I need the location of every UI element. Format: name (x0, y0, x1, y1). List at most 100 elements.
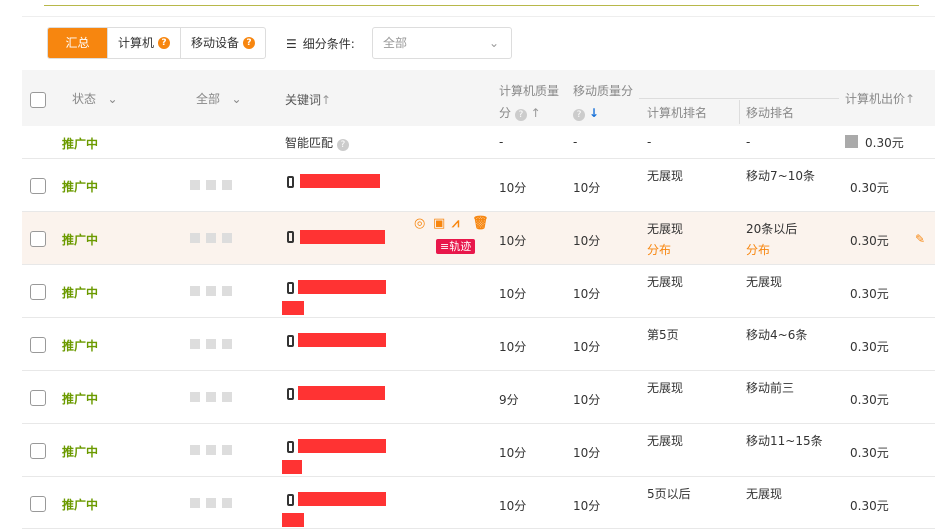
tab-label: 计算机 (118, 36, 155, 50)
mobile-rank: 移动11~15条 (746, 434, 823, 448)
pc-bid-sort[interactable]: 计算机出价↑ (845, 90, 915, 107)
sort-up-icon: ↑ (530, 106, 541, 120)
bid[interactable]: 0.30元 (850, 391, 889, 408)
sort-up-icon: ↑ (321, 93, 332, 107)
redacted-keyword (282, 301, 304, 315)
filter-select[interactable]: 全部 ⌄ (372, 27, 512, 59)
track-label: 轨迹 (449, 240, 472, 253)
redacted-keyword[interactable] (298, 280, 386, 294)
placeholder-icon (222, 339, 232, 349)
keyword-text: 智能匹配 (285, 136, 334, 150)
mobile-quality: 10分 (573, 446, 601, 460)
placeholder-icon (206, 233, 216, 243)
status-text: 推广中 (62, 498, 99, 512)
device-tabs: 汇总 计算机? 移动设备? (47, 27, 267, 59)
pc-rank: 无展现 (647, 222, 684, 236)
help-icon[interactable]: ? (243, 37, 256, 49)
redacted-keyword[interactable] (298, 386, 385, 400)
mobile-quality-sort[interactable]: 移动质量分? ↓ (573, 80, 633, 124)
status-text: 推广中 (62, 180, 99, 194)
status-text: 推广中 (62, 339, 99, 353)
bid[interactable]: 0.30元 (850, 232, 889, 249)
list-icon: ☰ (286, 36, 297, 51)
mobile-rank-distribution-link[interactable]: 分布 (746, 241, 770, 258)
edit-pencil-icon[interactable]: ✎ (915, 232, 925, 246)
redacted-keyword[interactable] (300, 230, 385, 244)
mobile-quality: 10分 (573, 340, 601, 354)
placeholder-icon (222, 392, 232, 402)
placeholder-icon (222, 180, 232, 190)
tab-mobile[interactable]: 移动设备? (181, 28, 265, 58)
placeholder-icon (190, 392, 200, 402)
bid[interactable]: 0.30元 (850, 285, 889, 302)
header-divider (739, 100, 740, 124)
pc-rank-distribution-link[interactable]: 分布 (647, 241, 671, 258)
pc-rank: 无展现 (647, 434, 684, 448)
pc-rank: 无展现 (647, 275, 684, 289)
top-divider (44, 5, 919, 6)
pc-quality: 10分 (499, 181, 527, 195)
filter-label-text: 细分条件: (302, 37, 355, 51)
bid[interactable]: 0.30元 (850, 179, 889, 196)
header-keyword: 关键词 (285, 93, 322, 107)
pc-rank: 5页以后 (647, 487, 691, 501)
placeholder-icon (222, 233, 232, 243)
bid[interactable]: 0.30元 (850, 497, 889, 514)
filter-label: ☰ 细分条件: (286, 35, 355, 52)
header-pc-quality-2: 分 (499, 106, 512, 120)
delete-icon[interactable]: 🗑 (472, 216, 489, 231)
redacted-keyword (282, 513, 304, 527)
pc-quality-sort[interactable]: 计算机质量分 ? ↑ (499, 80, 559, 124)
bid[interactable]: 0.30元 (850, 338, 889, 355)
tab-summary[interactable]: 汇总 (48, 28, 108, 58)
help-icon[interactable]: ? (514, 109, 527, 121)
row-checkbox[interactable] (30, 390, 46, 406)
pc-rank: 无展现 (647, 381, 684, 395)
row-checkbox[interactable] (30, 496, 46, 512)
status-text: 推广中 (62, 286, 99, 300)
header-mobile-quality: 移动质量分 (573, 84, 634, 98)
help-icon[interactable]: ? (573, 109, 585, 121)
tab-label: 移动设备 (191, 36, 240, 50)
header-pc-rank: 计算机排名 (647, 106, 708, 120)
redacted-keyword[interactable] (298, 333, 386, 347)
placeholder-icon (190, 286, 200, 296)
row-checkbox[interactable] (30, 231, 46, 247)
placeholder-icon (190, 498, 200, 508)
table-row: 推广中 10分 10分 无展现 20条以后 0.30元 分布 分布 ◎ ▣ ⩘ 🗑… (22, 212, 935, 265)
keyword-sort[interactable]: 关键词↑ (285, 91, 331, 108)
all-filter[interactable]: 全部 ⌄ (196, 90, 242, 107)
row-checkbox[interactable] (30, 337, 46, 353)
track-button[interactable]: ≡轨迹 (436, 239, 476, 254)
report-icon[interactable]: ▣ (433, 216, 445, 231)
placeholder-icon (206, 180, 216, 190)
table-row: 推广中 10分 10分 5页以后 无展现 0.30元 (22, 477, 935, 529)
row-checkbox[interactable] (30, 443, 46, 459)
row-checkbox[interactable] (30, 178, 46, 194)
mobile-device-icon (287, 282, 294, 294)
chevron-down-icon: ⌄ (488, 36, 499, 50)
redacted-keyword[interactable] (298, 439, 386, 453)
mobile-quality: 10分 (573, 499, 601, 513)
status-text: 推广中 (62, 233, 99, 247)
bid[interactable]: 0.30元 (850, 444, 889, 461)
status-filter[interactable]: 状态 ⌄ (72, 90, 118, 107)
row-checkbox[interactable] (30, 284, 46, 300)
redacted-keyword[interactable] (300, 174, 380, 188)
mobile-device-icon (287, 441, 294, 453)
mobile-device-icon (287, 176, 294, 188)
help-icon[interactable]: ? (158, 37, 171, 49)
help-icon[interactable]: ? (336, 139, 349, 151)
target-icon[interactable]: ◎ (414, 216, 425, 231)
table-row: 推广中 10分 10分 无展现 无展现 0.30元 (22, 265, 935, 318)
mobile-quality: 10分 (573, 393, 601, 407)
mobile-device-icon (287, 388, 294, 400)
redacted-keyword[interactable] (298, 492, 386, 506)
placeholder-icon (206, 445, 216, 455)
redacted-keyword (282, 460, 302, 474)
trend-chart-icon[interactable]: ⩘ (452, 216, 459, 231)
tab-computer[interactable]: 计算机? (108, 28, 182, 58)
select-all-checkbox[interactable] (30, 92, 46, 108)
pc-quality: 10分 (499, 446, 527, 460)
pc-rank: - (647, 135, 652, 149)
